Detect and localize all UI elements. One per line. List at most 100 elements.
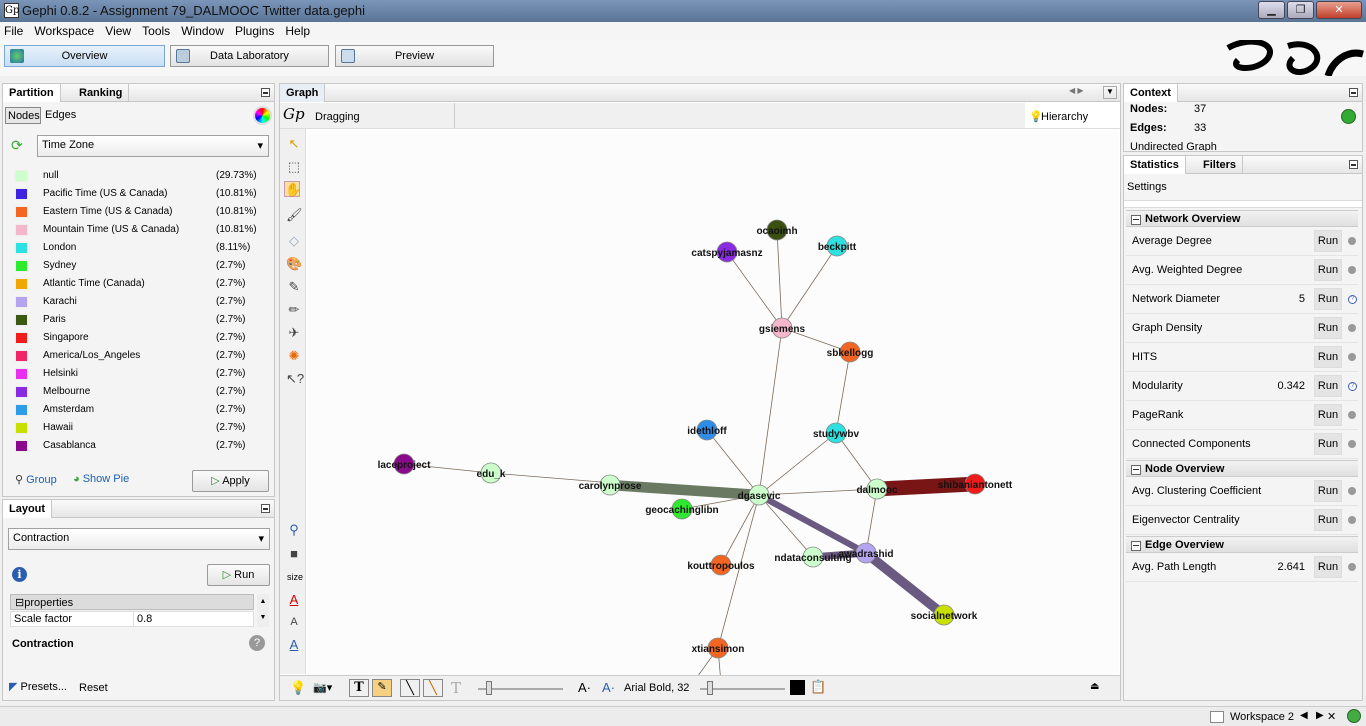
light-bulb-icon[interactable]: 💡 bbox=[290, 680, 306, 696]
brush-icon[interactable]: 🖌 bbox=[286, 207, 303, 223]
statistic-info-icon[interactable] bbox=[1348, 440, 1356, 448]
menu-file[interactable]: File bbox=[0, 22, 27, 40]
partition-color-swatch[interactable] bbox=[15, 314, 28, 326]
palette-icon[interactable] bbox=[253, 106, 272, 125]
run-statistic-button[interactable]: Run bbox=[1314, 480, 1342, 502]
properties-header[interactable]: ⊟properties bbox=[10, 594, 254, 610]
apply-button[interactable]: ▷ Apply bbox=[192, 470, 269, 492]
statistic-info-icon[interactable] bbox=[1348, 563, 1356, 571]
edge-overview-header[interactable]: Edge Overview bbox=[1126, 536, 1358, 553]
edit-help-icon[interactable]: ↖? bbox=[286, 371, 304, 387]
tab-layout[interactable]: Layout bbox=[3, 500, 53, 518]
refresh-icon[interactable]: ⟳ bbox=[11, 138, 25, 152]
run-statistic-button[interactable]: Run bbox=[1314, 288, 1342, 310]
workspace-next-icon[interactable]: ▶ bbox=[1316, 710, 1324, 721]
graph-edge[interactable] bbox=[863, 549, 947, 619]
graph-edge[interactable] bbox=[781, 245, 838, 329]
statistic-info-icon[interactable] bbox=[1348, 516, 1356, 524]
run-statistic-button[interactable]: Run bbox=[1314, 556, 1342, 578]
diamond-icon[interactable]: ◇ bbox=[286, 233, 302, 249]
presets-button[interactable]: ◤ Presets... bbox=[9, 680, 67, 693]
help-icon[interactable]: ? bbox=[249, 635, 265, 651]
statistic-info-icon[interactable] bbox=[1348, 237, 1356, 245]
partition-row[interactable]: Karachi (2.7%) bbox=[3, 293, 274, 311]
text-icon[interactable]: T bbox=[451, 679, 461, 697]
expand-toolbar-icon[interactable]: ⏏ bbox=[1090, 681, 1099, 692]
menu-help[interactable]: Help bbox=[281, 22, 314, 40]
font-size-icon[interactable]: A bbox=[286, 614, 302, 630]
partition-row[interactable]: Eastern Time (US & Canada) (10.81%) bbox=[3, 203, 274, 221]
partition-color-swatch[interactable] bbox=[15, 242, 28, 254]
label-attributes-icon[interactable]: 📋 bbox=[810, 679, 826, 695]
partition-row[interactable]: Sydney (2.7%) bbox=[3, 257, 274, 275]
label-size-thumb[interactable] bbox=[707, 681, 713, 695]
close-button[interactable]: ✕ bbox=[1316, 1, 1362, 19]
partition-color-swatch[interactable] bbox=[15, 296, 28, 308]
partition-color-swatch[interactable] bbox=[15, 206, 28, 218]
partition-color-swatch[interactable] bbox=[15, 278, 28, 290]
menu-workspace[interactable]: Workspace bbox=[30, 22, 98, 40]
edge-scale-thumb[interactable] bbox=[486, 681, 492, 695]
partition-row[interactable]: Melbourne (2.7%) bbox=[3, 383, 274, 401]
label-color-icon[interactable]: A bbox=[286, 637, 302, 653]
statistic-help-icon[interactable]: ? bbox=[1348, 295, 1357, 304]
rect-select-icon[interactable]: ⬚ bbox=[286, 159, 302, 175]
graph-canvas[interactable]: ocaoimh beckpitt catspyjamasnz gsiemens sbke… bbox=[307, 130, 1119, 726]
run-statistic-button[interactable]: Run bbox=[1314, 404, 1342, 426]
pencil-icon[interactable]: ✎ bbox=[286, 279, 302, 295]
partition-color-swatch[interactable] bbox=[15, 440, 28, 452]
font-select-icon[interactable]: A· bbox=[578, 680, 591, 695]
network-overview-header[interactable]: Network Overview bbox=[1126, 210, 1358, 227]
statistic-info-icon[interactable] bbox=[1348, 487, 1356, 495]
graph-edge[interactable] bbox=[758, 494, 814, 558]
run-statistic-button[interactable]: Run bbox=[1314, 346, 1342, 368]
partition-row[interactable]: America/Los_Angeles (2.7%) bbox=[3, 347, 274, 365]
attribute-select[interactable]: Time Zone bbox=[37, 135, 269, 157]
tab-partition[interactable]: Partition bbox=[3, 84, 61, 102]
overview-tab[interactable]: Overview bbox=[4, 45, 165, 67]
show-edge-labels-icon[interactable]: ✎ bbox=[372, 679, 392, 697]
tab-list-button[interactable]: ▼ bbox=[1103, 86, 1117, 99]
statistic-info-icon[interactable] bbox=[1348, 353, 1356, 361]
partition-row[interactable]: Helsinki (2.7%) bbox=[3, 365, 274, 383]
minimize-panel-icon[interactable] bbox=[1349, 160, 1358, 169]
partition-color-swatch[interactable] bbox=[15, 332, 28, 344]
menu-view[interactable]: View bbox=[101, 22, 135, 40]
partition-color-swatch[interactable] bbox=[15, 350, 28, 362]
statistic-help-icon[interactable]: ? bbox=[1348, 382, 1357, 391]
minimize-panel-icon[interactable] bbox=[1349, 88, 1358, 97]
properties-scrollbar[interactable]: ▲ ▼ bbox=[257, 594, 269, 627]
partition-row[interactable]: Pacific Time (US & Canada) (10.81%) bbox=[3, 185, 274, 203]
menu-tools[interactable]: Tools bbox=[138, 22, 174, 40]
partition-color-swatch[interactable] bbox=[15, 368, 28, 380]
run-statistic-button[interactable]: Run bbox=[1314, 509, 1342, 531]
edge-straight-icon[interactable]: ╲ bbox=[400, 679, 420, 697]
screenshot-icon[interactable]: 📷▾ bbox=[313, 681, 332, 694]
tab-ranking[interactable]: Ranking bbox=[73, 84, 130, 102]
partition-row[interactable]: Hawaii (2.7%) bbox=[3, 419, 274, 437]
show-node-labels-icon[interactable]: T bbox=[349, 679, 369, 697]
font-size-select-icon[interactable]: A· bbox=[602, 680, 615, 695]
graph-edge[interactable] bbox=[706, 429, 760, 496]
workspace-close-icon[interactable]: ✕ bbox=[1327, 710, 1336, 723]
minimize-button[interactable]: ▁ bbox=[1258, 1, 1285, 19]
tab-filters[interactable]: Filters bbox=[1197, 156, 1244, 174]
partition-row[interactable]: null (29.73%) bbox=[3, 167, 274, 185]
scale-factor-input[interactable]: 0.8 bbox=[133, 611, 254, 627]
graph-edge[interactable] bbox=[720, 494, 760, 566]
partition-color-swatch[interactable] bbox=[15, 224, 28, 236]
zoom-fit-icon[interactable]: ⚲ bbox=[286, 522, 302, 538]
menu-window[interactable]: Window bbox=[177, 22, 228, 40]
partition-row[interactable]: Atlantic Time (Canada) (2.7%) bbox=[3, 275, 274, 293]
partition-row[interactable]: London (8.11%) bbox=[3, 239, 274, 257]
maximize-button[interactable]: ❐ bbox=[1287, 1, 1314, 19]
hierarchy-button[interactable]: 💡 Hierarchy bbox=[1025, 103, 1120, 128]
graph-edge[interactable] bbox=[835, 432, 878, 490]
drag-hand-icon[interactable]: ✋ bbox=[284, 181, 301, 197]
statistic-info-icon[interactable] bbox=[1348, 324, 1356, 332]
nodes-toggle[interactable]: Nodes bbox=[5, 107, 41, 124]
tab-statistics[interactable]: Statistics bbox=[1124, 156, 1186, 174]
reset-button[interactable]: Reset bbox=[79, 682, 108, 694]
graph-edge[interactable] bbox=[776, 229, 783, 329]
partition-row[interactable]: Mountain Time (US & Canada) (10.81%) bbox=[3, 221, 274, 239]
